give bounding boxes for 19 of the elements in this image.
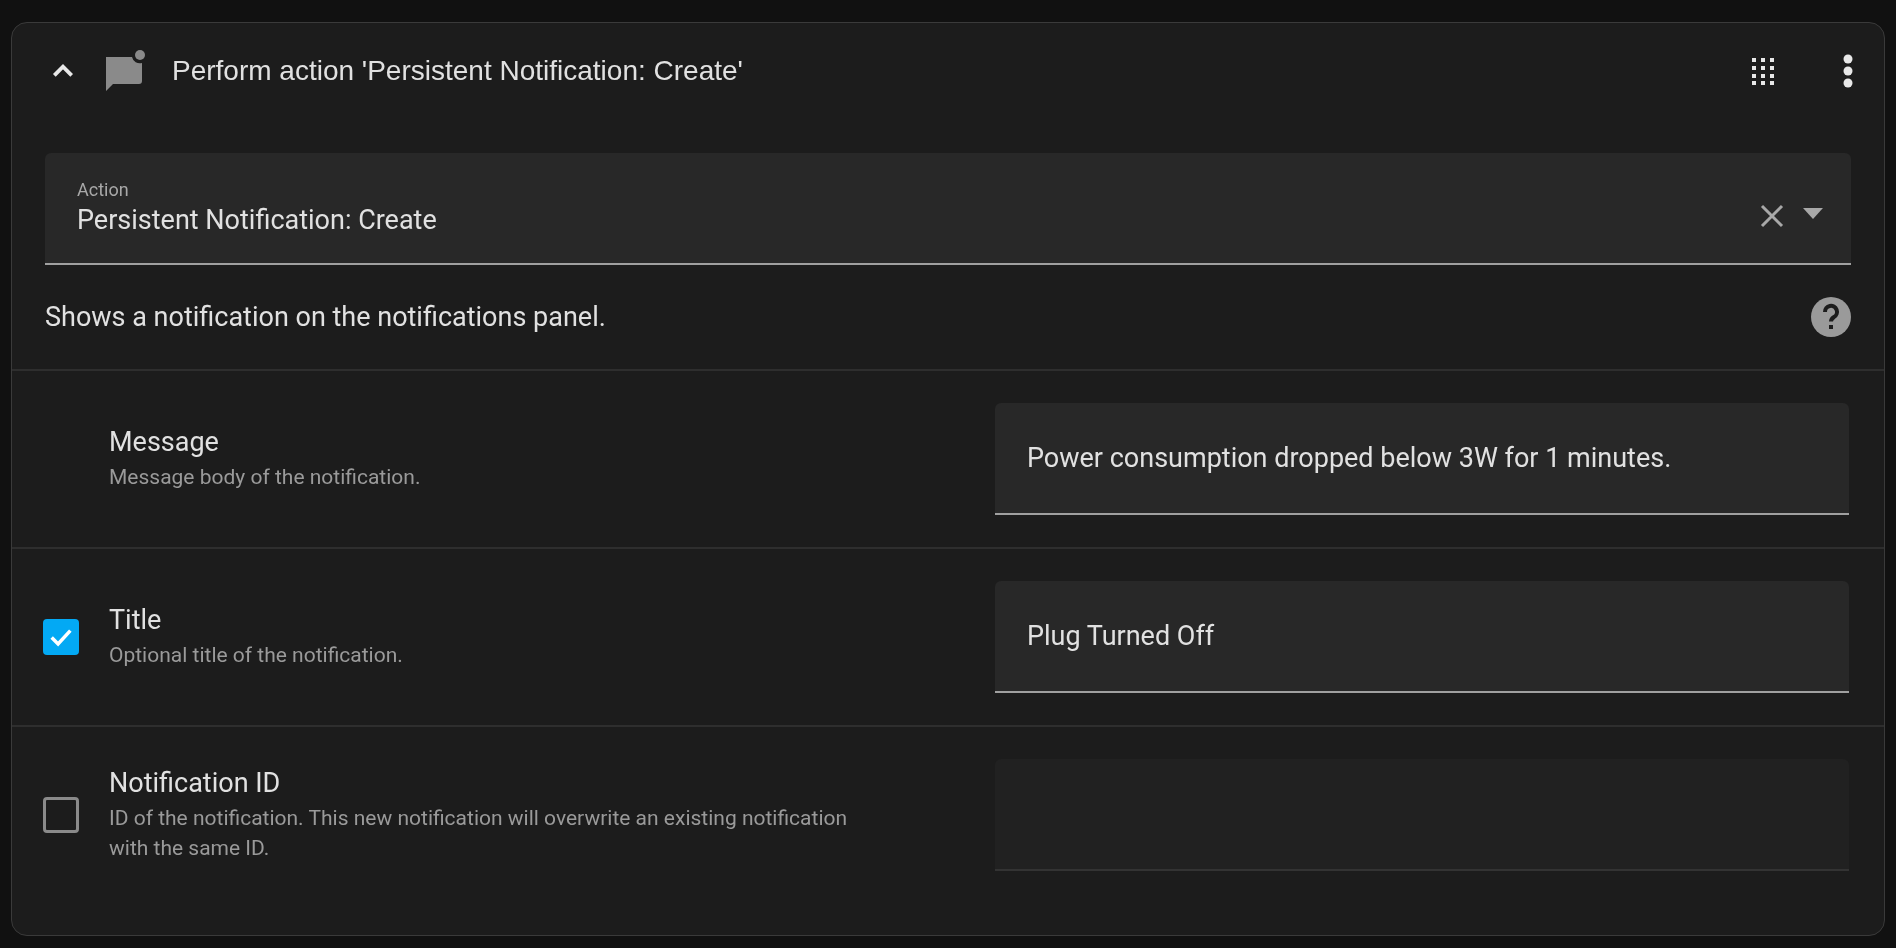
field-label: Notification ID <box>109 767 282 799</box>
checkbox[interactable] <box>43 619 79 655</box>
field-description: Optional title of the notification. <box>109 642 404 669</box>
clear-icon[interactable] <box>1759 203 1785 229</box>
help-icon[interactable] <box>1811 297 1851 337</box>
card-title: Perform action 'Persistent Notification: Create' <box>172 54 743 88</box>
text-input-field[interactable]: Power consumption dropped below 3W for 1 minutes. <box>995 403 1849 515</box>
action-select[interactable]: Action Persistent Notification: Create <box>45 153 1851 265</box>
drag-handle-icon[interactable] <box>1750 56 1776 86</box>
field-description: Message body of the notification. <box>109 464 422 491</box>
field-label: Message <box>109 426 220 458</box>
field-label: Action <box>77 179 130 201</box>
text-input-field[interactable]: Plug Turned Off <box>995 581 1849 693</box>
more-options-icon[interactable] <box>1842 53 1854 89</box>
field-value: Persistent Notification: Create <box>77 203 438 237</box>
action-description: Shows a notification on the notifications panel. <box>45 299 607 335</box>
dropdown-caret-icon[interactable] <box>1803 208 1823 220</box>
field-description: ID of the notification. This new notification will overwrite an existing notification with the same ID. <box>109 805 849 862</box>
field-label: Title <box>109 604 163 636</box>
